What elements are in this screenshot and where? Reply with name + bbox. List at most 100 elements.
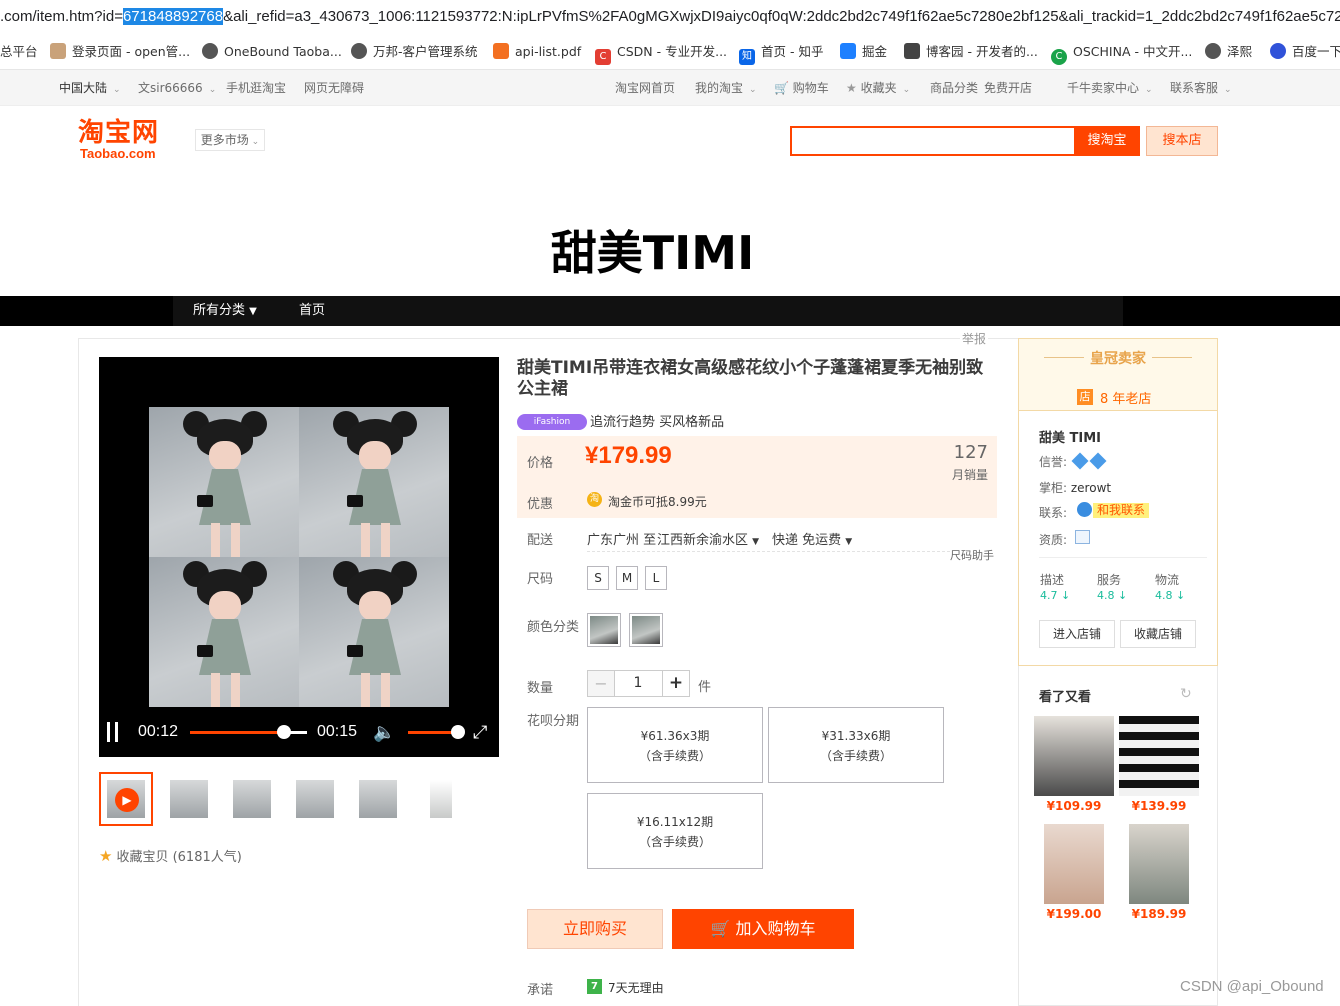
- bookmark-item[interactable]: C CSDN - 专业开发...: [595, 34, 727, 69]
- add-to-cart-button[interactable]: 🛒 加入购物车: [672, 909, 854, 949]
- size-label: 尺码: [527, 572, 554, 587]
- volume-muted-icon[interactable]: 🔈: [373, 722, 395, 742]
- report-link[interactable]: 举报: [960, 330, 989, 347]
- favorites-menu[interactable]: ★ 收藏夹 ⌄: [846, 70, 910, 108]
- all-categories-menu[interactable]: 所有分类 ▼: [193, 296, 257, 326]
- cart-link[interactable]: 🛒 购物车: [774, 70, 829, 106]
- thumbnail-image[interactable]: [162, 772, 216, 826]
- recommend-item[interactable]: ¥199.00: [1044, 824, 1104, 924]
- recommend-item[interactable]: ¥109.99: [1034, 716, 1114, 816]
- search-shop-button[interactable]: 搜本店: [1146, 126, 1218, 156]
- seller-shop-name[interactable]: 甜美 TIMI: [1039, 427, 1101, 446]
- size-helper-link[interactable]: 尺码助手: [950, 547, 994, 563]
- favorite-shop-button[interactable]: 收藏店铺: [1120, 620, 1196, 648]
- buy-now-button[interactable]: 立即购买: [527, 909, 663, 949]
- cart-icon: 🛒: [774, 81, 789, 95]
- size-option-l[interactable]: L: [645, 566, 667, 590]
- mobile-link[interactable]: 手机逛淘宝: [226, 70, 286, 106]
- open-shop-link[interactable]: 免费开店: [984, 70, 1032, 106]
- customer-service-menu[interactable]: 联系客服 ⌄: [1170, 70, 1232, 108]
- taojinbi-coin-icon: 淘: [587, 492, 602, 507]
- recommend-item-image: [1129, 824, 1189, 904]
- quantity-input[interactable]: 1: [614, 670, 662, 697]
- color-option[interactable]: [587, 613, 621, 647]
- installment-label: 花呗分期: [527, 714, 580, 729]
- thumbnail-image[interactable]: [225, 772, 279, 826]
- product-photo: [149, 407, 299, 557]
- bookmark-item[interactable]: 泽熙: [1205, 34, 1252, 69]
- delivery-destination-select[interactable]: 江西新余渝水区 ▼: [657, 529, 759, 548]
- promise-text: 7天无理由: [608, 981, 664, 995]
- bookmark-item[interactable]: 总平台: [0, 34, 38, 69]
- cart-icon: 🛒: [710, 919, 731, 938]
- search-input[interactable]: [790, 126, 1074, 156]
- divider: [587, 551, 950, 552]
- favorite-item-link[interactable]: ★ 收藏宝贝 (6181人气): [99, 846, 242, 865]
- recommend-item-image: [1119, 716, 1199, 796]
- address-bar[interactable]: .com/item.htm?id=671848892768&ali_refid=…: [0, 0, 1340, 34]
- bookmark-item[interactable]: 博客园 - 开发者的...: [904, 34, 1038, 69]
- globe-icon: [1205, 43, 1221, 59]
- delivery-label: 配送: [527, 533, 554, 548]
- bookmark-item[interactable]: 万邦-客户管理系统: [351, 34, 478, 69]
- thumbnail-image[interactable]: [414, 772, 468, 826]
- bookmark-item[interactable]: OneBound Taoba...: [202, 34, 342, 69]
- arrow-down-icon: ↓: [1114, 589, 1128, 602]
- installment-option-3[interactable]: ¥61.36x3期 （含手续费）: [587, 707, 763, 783]
- bookmark-item[interactable]: C OSCHINA - 中文开...: [1051, 34, 1192, 69]
- shop-home-link[interactable]: 首页: [299, 296, 325, 326]
- thumbnail-image[interactable]: [351, 772, 405, 826]
- fullscreen-icon[interactable]: ⤢: [473, 720, 487, 744]
- shop-age: 8 年老店: [1100, 392, 1152, 407]
- product-title: 甜美TIMI吊带连衣裙女高级感花纹小个子蓬蓬裙夏季无袖别致公主裙: [517, 358, 984, 399]
- search-taobao-button[interactable]: 搜淘宝: [1074, 126, 1140, 156]
- qualification-label: 资质:: [1039, 533, 1068, 547]
- video-progress-handle[interactable]: [276, 725, 291, 739]
- diamond-icon: [1071, 452, 1089, 470]
- license-icon[interactable]: [1075, 530, 1090, 544]
- quantity-increase-button[interactable]: +: [662, 670, 690, 697]
- promise-label: 承诺: [527, 983, 554, 998]
- enter-shop-button[interactable]: 进入店铺: [1039, 620, 1115, 648]
- thumbnail-image[interactable]: [288, 772, 342, 826]
- categories-link[interactable]: 商品分类: [930, 70, 978, 106]
- thumbnail-video[interactable]: ▶: [99, 772, 153, 826]
- user-menu[interactable]: 文sir66666 ⌄: [138, 70, 216, 108]
- installment-option-6[interactable]: ¥31.33x6期 （含手续费）: [768, 707, 944, 783]
- pdf-icon: [493, 43, 509, 59]
- taobao-logo[interactable]: 淘宝网 Taobao.com: [78, 118, 159, 160]
- recommend-title: 看了又看: [1039, 690, 1092, 705]
- color-label: 颜色分类: [527, 620, 580, 635]
- recommend-item[interactable]: ¥139.99: [1119, 716, 1199, 816]
- recommend-item[interactable]: ¥189.99: [1129, 824, 1189, 924]
- bookmark-item[interactable]: api-list.pdf: [493, 34, 581, 69]
- contact-seller-button[interactable]: 和我联系: [1093, 503, 1150, 518]
- installment-option-12[interactable]: ¥16.11x12期 （含手续费）: [587, 793, 763, 869]
- more-market-dropdown[interactable]: 更多市场 ⌄: [195, 129, 265, 151]
- volume-handle[interactable]: [451, 725, 465, 739]
- bookmark-item[interactable]: 登录页面 - open管...: [50, 34, 190, 69]
- video-current-time: 00:12: [138, 723, 179, 740]
- bookmark-item[interactable]: 百度一下: [1270, 34, 1340, 69]
- color-option[interactable]: [629, 613, 663, 647]
- seller-center-menu[interactable]: 千牛卖家中心 ⌄: [1067, 70, 1153, 108]
- delivery-from: 广东广州 至: [587, 533, 657, 548]
- watermark: CSDN @api_Obound: [1180, 978, 1324, 995]
- size-option-s[interactable]: S: [587, 566, 609, 590]
- region-select[interactable]: 中国大陆 ⌄: [59, 70, 121, 108]
- refresh-icon[interactable]: ↻: [1180, 686, 1192, 702]
- size-option-m[interactable]: M: [616, 566, 638, 590]
- quantity-decrease-button[interactable]: −: [587, 670, 615, 697]
- taobao-home-link[interactable]: 淘宝网首页: [615, 70, 675, 106]
- accessibility-link[interactable]: 网页无障碍: [304, 70, 364, 106]
- page-favicon-icon: [50, 43, 66, 59]
- logo-text: 淘宝网: [78, 118, 160, 148]
- my-taobao-menu[interactable]: 我的淘宝 ⌄: [695, 70, 757, 108]
- pause-icon[interactable]: [107, 722, 118, 742]
- shop-title: 甜美TIMI: [550, 226, 755, 280]
- csdn-icon: C: [595, 49, 611, 65]
- star-icon: ★: [99, 847, 113, 865]
- shipping-method-select[interactable]: 快递 免运费 ▼: [772, 529, 852, 548]
- bookmark-item[interactable]: 知首页 - 知乎: [739, 34, 823, 69]
- bookmark-item[interactable]: 掘金: [840, 34, 887, 69]
